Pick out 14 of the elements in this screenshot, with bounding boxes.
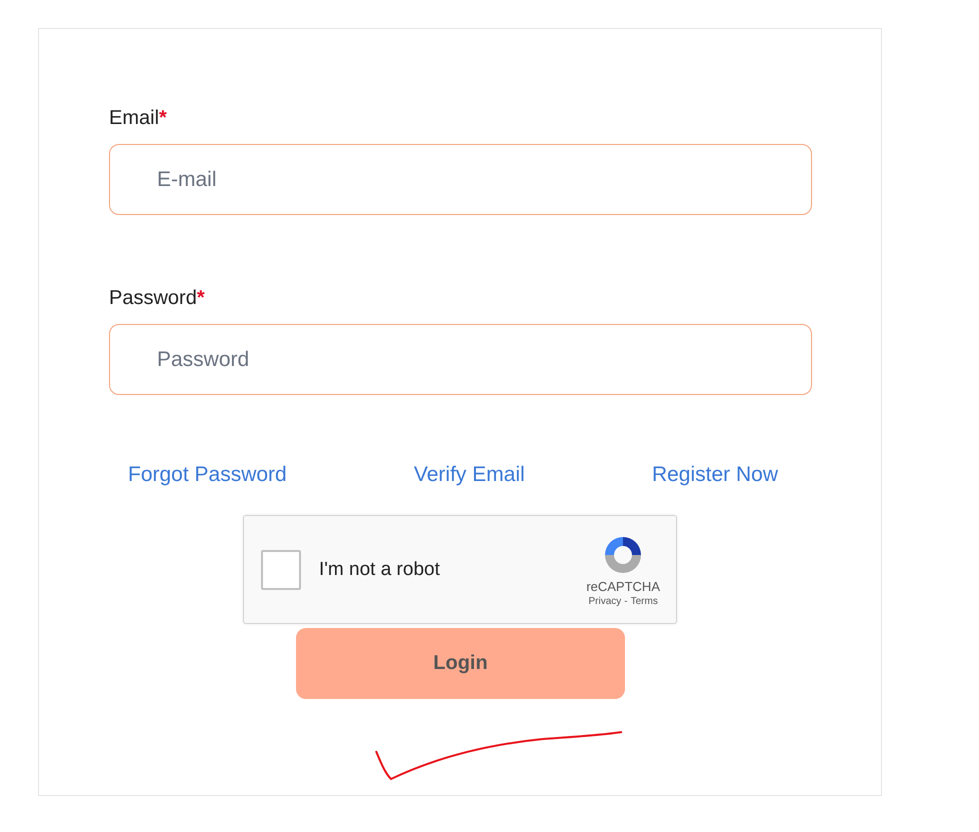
terms-link[interactable]: Terms [630, 596, 658, 606]
captcha-label: I'm not a robot [319, 558, 441, 580]
recaptcha-brand: reCAPTCHA [586, 578, 660, 594]
input-field[interactable]: E-mail [109, 144, 812, 215]
privacy-link[interactable]: Privacy [588, 596, 622, 606]
input-field[interactable]: Password [109, 324, 812, 395]
login-button[interactable]: Login [296, 628, 625, 699]
field-label: Password* [109, 287, 206, 310]
field-label: Email* [109, 107, 168, 130]
separator: - [624, 596, 628, 606]
link[interactable]: Forgot Password [128, 463, 287, 487]
link[interactable]: Register Now [652, 463, 778, 487]
captcha-checkbox[interactable] [261, 550, 301, 590]
link[interactable]: Verify Email [414, 463, 525, 487]
